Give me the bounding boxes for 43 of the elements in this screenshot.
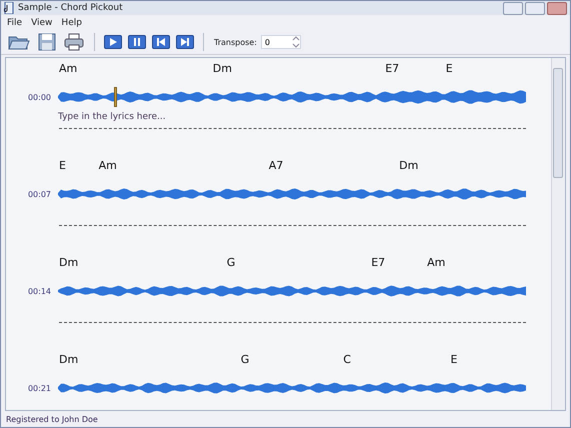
vertical-scrollbar[interactable]	[551, 58, 565, 410]
status-text: Registered to John Doe	[5, 414, 99, 426]
transpose-field[interactable]: 0	[260, 35, 301, 49]
scroll-thumb[interactable]	[553, 68, 563, 178]
play-icon	[107, 37, 119, 47]
chord-label: G	[240, 353, 250, 366]
pause-icon	[131, 37, 143, 47]
chord-label: Dm	[59, 353, 78, 366]
pause-button[interactable]	[128, 35, 146, 49]
menu-item[interactable]: Help	[61, 18, 82, 28]
chord-label: C	[343, 353, 351, 366]
chord-label: E7	[371, 256, 386, 269]
chord-label: Am	[427, 256, 446, 269]
menu-item[interactable]: View	[31, 18, 52, 28]
time-label: 00:14	[26, 286, 52, 296]
chord-label: Dm	[212, 62, 232, 75]
chord-label: Am	[98, 159, 117, 172]
lyrics-field[interactable]: Type in the lyrics here...	[58, 112, 258, 122]
print-button[interactable]	[62, 31, 86, 53]
playhead-marker[interactable]	[114, 87, 117, 107]
menu-item[interactable]: File	[7, 18, 22, 28]
play-button[interactable]	[104, 35, 122, 49]
chord-label: E	[446, 62, 453, 75]
skip-back-icon	[155, 37, 167, 47]
chord-label: G	[226, 256, 236, 269]
chord-label: E	[450, 353, 458, 366]
close-button[interactable]	[547, 2, 567, 14]
time-label: 00:21	[26, 384, 52, 392]
chord-label: E	[59, 159, 66, 172]
previous-button[interactable]	[152, 35, 170, 49]
chord-label: Dm	[399, 159, 418, 172]
chord-label: E7	[385, 62, 400, 75]
window-title: Sample - Chord Pickout	[18, 3, 123, 13]
chord-label: A7	[268, 159, 284, 172]
next-button[interactable]	[176, 35, 194, 49]
chord-label: Am	[59, 62, 78, 75]
time-label: 00:07	[26, 190, 52, 198]
skip-forward-icon	[179, 37, 191, 47]
chord-label: Dm	[59, 256, 78, 269]
save-button[interactable]	[36, 31, 58, 53]
transpose-label: Transpose:	[214, 38, 257, 46]
spinner-arrows-icon[interactable]	[292, 35, 300, 49]
time-label: 00:00	[26, 92, 52, 102]
